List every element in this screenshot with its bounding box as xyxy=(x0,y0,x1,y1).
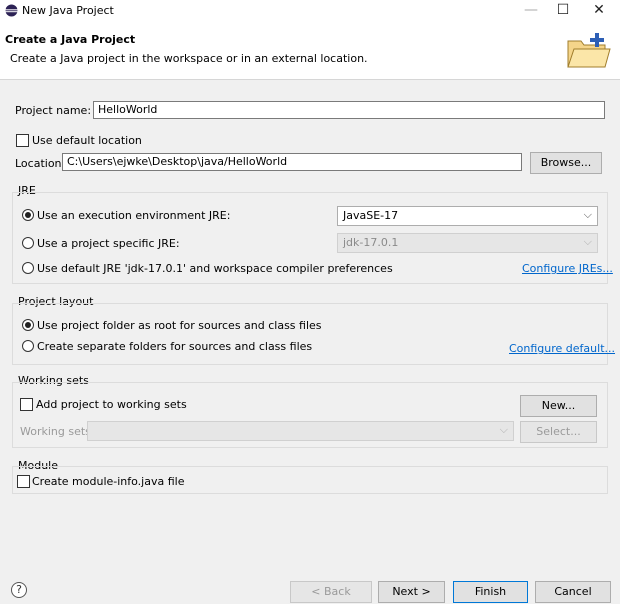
project-name-label: Project name: xyxy=(15,104,92,117)
new-working-set-button[interactable]: New... xyxy=(520,395,597,417)
cancel-button[interactable]: Cancel xyxy=(535,581,611,603)
location-input[interactable]: C:\Users\ejwke\Desktop\java/HelloWorld xyxy=(62,153,522,171)
browse-button[interactable]: Browse... xyxy=(530,152,602,174)
close-button[interactable]: ✕ xyxy=(584,0,614,22)
working-sets-select: ⌵ xyxy=(87,421,514,441)
window-title: New Java Project xyxy=(22,4,114,17)
chevron-down-icon: ⌵ xyxy=(583,208,592,221)
finish-button[interactable]: Finish xyxy=(453,581,528,603)
layout-group xyxy=(12,303,608,365)
wizard-header xyxy=(0,22,620,80)
jre-env-value: JavaSE-17 xyxy=(343,209,399,222)
create-module-info-checkbox[interactable] xyxy=(17,475,30,488)
add-to-working-sets-checkbox[interactable] xyxy=(20,398,33,411)
working-sets-label: Working sets: xyxy=(20,425,95,438)
chevron-down-icon: ⌵ xyxy=(499,423,508,436)
jre-env-select[interactable]: JavaSE-17 ⌵ xyxy=(337,206,598,226)
jre-default-label: Use default JRE 'jdk-17.0.1' and workspa… xyxy=(37,262,393,275)
layout-separate-radio[interactable] xyxy=(22,340,34,352)
add-to-working-sets-label: Add project to working sets xyxy=(36,398,187,411)
minimize-button[interactable]: — xyxy=(516,0,546,22)
configure-default-link[interactable]: Configure default... xyxy=(509,342,615,355)
jre-env-label: Use an execution environment JRE: xyxy=(37,209,231,222)
jre-specific-value: jdk-17.0.1 xyxy=(343,236,399,249)
create-module-info-label: Create module-info.java file xyxy=(32,475,185,488)
help-icon[interactable]: ? xyxy=(11,582,27,598)
jre-env-radio[interactable] xyxy=(22,209,34,221)
layout-root-radio[interactable] xyxy=(22,319,34,331)
layout-separate-label: Create separate folders for sources and … xyxy=(37,340,313,353)
next-button[interactable]: Next > xyxy=(378,581,445,603)
maximize-button[interactable]: ☐ xyxy=(548,0,578,22)
location-label: Location: xyxy=(15,157,66,170)
jre-specific-radio[interactable] xyxy=(22,237,34,249)
project-name-input[interactable]: HelloWorld xyxy=(93,101,605,119)
use-default-location-checkbox[interactable] xyxy=(16,134,29,147)
jre-specific-label: Use a project specific JRE: xyxy=(37,237,180,250)
jre-default-radio[interactable] xyxy=(22,262,34,274)
use-default-location-label: Use default location xyxy=(32,134,142,147)
page-title: Create a Java Project xyxy=(5,33,136,46)
configure-jres-link[interactable]: Configure JREs... xyxy=(522,262,613,275)
new-project-folder-icon xyxy=(567,33,611,68)
jre-specific-select: jdk-17.0.1 ⌵ xyxy=(337,233,598,253)
eclipse-icon xyxy=(5,4,18,17)
chevron-down-icon: ⌵ xyxy=(583,235,592,248)
back-button: < Back xyxy=(290,581,372,603)
layout-root-label: Use project folder as root for sources a… xyxy=(37,319,322,332)
select-working-sets-button: Select... xyxy=(520,421,597,443)
page-description: Create a Java project in the workspace o… xyxy=(10,52,368,65)
